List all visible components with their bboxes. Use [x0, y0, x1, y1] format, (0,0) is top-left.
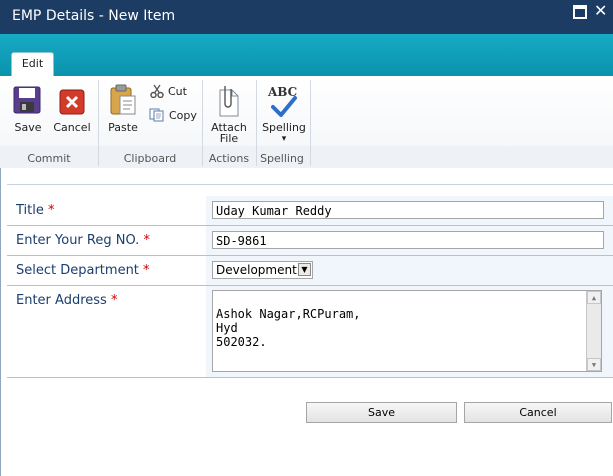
- field-label-text: Enter Address: [16, 293, 107, 308]
- cancel-ribbon-button[interactable]: Cancel: [52, 86, 92, 140]
- spelling-button[interactable]: ABC Spelling ▾: [260, 84, 308, 146]
- cancel-button[interactable]: Cancel: [464, 402, 612, 423]
- field-label: Enter Address *: [16, 293, 117, 308]
- window-title-bar: EMP Details - New Item ✕: [0, 0, 613, 34]
- maximize-icon[interactable]: [573, 5, 587, 19]
- required-marker: *: [48, 203, 55, 218]
- window-title: EMP Details - New Item: [12, 8, 176, 24]
- reg-no-input[interactable]: SD-9861: [212, 231, 604, 249]
- form-row-address: Enter Address * Ashok Nagar,RCPuram, Hyd…: [7, 286, 613, 378]
- required-marker: *: [110, 293, 118, 308]
- field-label: Title *: [16, 203, 55, 218]
- department-select-value: Development: [216, 263, 297, 277]
- scroll-down-icon[interactable]: ▼: [587, 358, 601, 371]
- paste-label: Paste: [108, 121, 138, 134]
- paste-icon: [110, 84, 136, 115]
- attach-label-line2: File: [219, 132, 239, 145]
- form-row-title: Title * Uday Kumar Reddy: [7, 196, 613, 226]
- save-icon: [13, 86, 41, 114]
- title-input[interactable]: Uday Kumar Reddy: [212, 201, 604, 219]
- chevron-down-icon: ▾: [281, 134, 287, 144]
- field-label-text: Select Department: [16, 263, 139, 278]
- group-label-commit: Commit: [27, 152, 71, 165]
- cut-label: Cut: [168, 84, 187, 98]
- paste-button[interactable]: Paste: [104, 84, 142, 140]
- group-label-spelling: Spelling: [260, 152, 304, 165]
- scissors-icon: [150, 84, 164, 98]
- window-left-border: [0, 168, 1, 476]
- required-marker: *: [143, 233, 150, 248]
- attach-file-icon: [219, 86, 239, 117]
- field-label: Enter Your Reg NO. *: [16, 233, 150, 248]
- field-label: Select Department *: [16, 263, 150, 278]
- close-icon[interactable]: ✕: [594, 2, 607, 20]
- address-text: Ashok Nagar,RCPuram, Hyd 502032.: [216, 307, 361, 349]
- form-row-reg-no: Enter Your Reg NO. * SD-9861: [7, 226, 613, 256]
- address-textarea[interactable]: Ashok Nagar,RCPuram, Hyd 502032. ▲ ▼: [212, 290, 602, 372]
- address-scrollbar[interactable]: ▲ ▼: [586, 291, 601, 371]
- cut-button[interactable]: Cut: [150, 84, 187, 98]
- group-label-actions: Actions: [208, 152, 250, 165]
- scroll-up-icon[interactable]: ▲: [587, 291, 601, 304]
- save-ribbon-label: Save: [14, 121, 42, 134]
- field-label-text: Enter Your Reg NO.: [16, 233, 140, 248]
- chevron-down-icon[interactable]: ▼: [298, 263, 311, 276]
- tab-edit[interactable]: Edit: [11, 52, 54, 76]
- attach-file-button[interactable]: Attach File: [208, 84, 250, 145]
- save-ribbon-button[interactable]: Save: [10, 86, 46, 140]
- cancel-ribbon-label: Cancel: [53, 121, 91, 134]
- spelling-check-icon: [271, 96, 297, 117]
- copy-button[interactable]: Copy: [149, 108, 197, 122]
- group-separator: [310, 80, 311, 166]
- copy-icon: [149, 108, 164, 122]
- department-select[interactable]: Development ▼: [212, 261, 313, 279]
- ribbon-tab-strip: Edit: [0, 34, 613, 76]
- group-label-clipboard: Clipboard: [123, 152, 177, 165]
- save-button[interactable]: Save: [306, 402, 457, 423]
- form-top-divider: [7, 184, 613, 185]
- required-marker: *: [143, 263, 150, 278]
- form-row-department: Select Department * Development ▼: [7, 256, 613, 286]
- cancel-icon: [59, 89, 85, 115]
- field-label-text: Title: [16, 203, 44, 218]
- copy-label: Copy: [169, 108, 197, 122]
